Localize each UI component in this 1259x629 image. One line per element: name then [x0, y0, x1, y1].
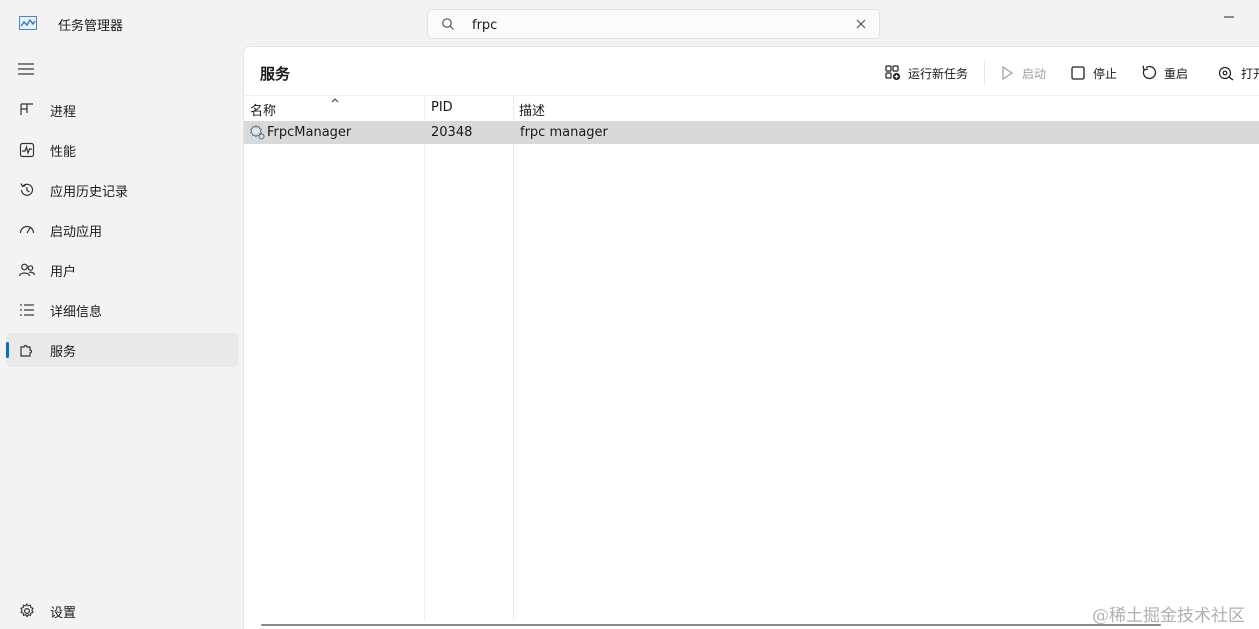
minimize-icon[interactable] — [1224, 10, 1254, 24]
run-new-task-button[interactable]: 运行新任务 — [884, 61, 968, 85]
column-header-label: 名称 — [250, 104, 277, 119]
main-content: 服务 运行新任务 启动 停止 重启 打 名称 PID 描述 FrpcManage… — [243, 46, 1259, 629]
restart-button[interactable]: 重启 — [1140, 61, 1188, 85]
column-divider — [513, 95, 514, 619]
start-label: 启动 — [1022, 66, 1047, 81]
history-clock-icon — [20, 183, 34, 196]
processes-grid-icon — [20, 103, 33, 115]
service-name: FrpcManager — [267, 125, 352, 140]
table-row[interactable]: FrpcManager 20348 frpc manager — [244, 121, 1259, 144]
column-divider — [424, 95, 425, 619]
run-new-task-label: 运行新任务 — [908, 66, 969, 81]
sidebar-item-label: 性能 — [50, 145, 77, 160]
sidebar-item-processes[interactable]: 进程 — [6, 93, 238, 127]
task-manager-chart-icon — [19, 16, 37, 30]
search-input[interactable] — [472, 15, 832, 35]
page-title: 服务 — [260, 65, 291, 83]
open-services-label: 打开 — [1241, 66, 1259, 81]
performance-pulse-icon — [19, 142, 35, 158]
sidebar-item-app-history[interactable]: 应用历史记录 — [6, 173, 238, 207]
horizontal-scrollbar[interactable] — [261, 624, 1161, 626]
column-header-name[interactable]: 名称 — [244, 96, 424, 122]
run-new-task-icon — [885, 65, 901, 81]
active-indicator — [6, 342, 9, 358]
startup-gauge-icon — [19, 225, 35, 234]
sort-ascending-icon — [331, 98, 339, 103]
sidebar: 进程 性能 应用历史记录 启动应用 用户 详细信息 服务 设置 — [0, 46, 243, 629]
play-icon — [1002, 65, 1014, 81]
services-puzzle-icon — [20, 344, 33, 357]
watermark: @稀土掘金技术社区 — [1092, 606, 1245, 626]
sidebar-item-details[interactable]: 详细信息 — [6, 293, 238, 327]
search-box[interactable] — [427, 9, 880, 39]
restart-label: 重启 — [1164, 66, 1189, 81]
title-bar: 任务管理器 — [0, 0, 1259, 46]
sidebar-item-label: 服务 — [50, 345, 77, 360]
hamburger-menu-icon[interactable] — [16, 61, 36, 77]
restart-icon — [1142, 65, 1157, 80]
table-header: 名称 PID 描述 — [244, 95, 1259, 121]
column-header-description[interactable]: 描述 — [514, 96, 1259, 122]
gear-icon — [20, 603, 34, 618]
stop-label: 停止 — [1093, 66, 1118, 81]
service-description: frpc manager — [520, 125, 608, 140]
details-list-icon — [20, 304, 34, 316]
toolbar-divider — [984, 61, 985, 85]
service-pid: 20348 — [431, 125, 473, 140]
sidebar-item-label: 用户 — [50, 265, 77, 280]
sidebar-item-services[interactable]: 服务 — [6, 333, 238, 367]
sidebar-item-label: 进程 — [50, 105, 77, 120]
stop-icon — [1071, 66, 1085, 80]
open-services-icon — [1218, 66, 1234, 81]
sidebar-item-label: 启动应用 — [50, 225, 103, 240]
sidebar-item-users[interactable]: 用户 — [6, 253, 238, 287]
sidebar-item-performance[interactable]: 性能 — [6, 133, 238, 167]
sidebar-item-label: 设置 — [50, 606, 77, 621]
column-header-pid[interactable]: PID — [425, 96, 513, 122]
users-icon — [18, 263, 36, 277]
search-icon — [442, 18, 454, 30]
app-title: 任务管理器 — [58, 19, 124, 34]
column-header-label: PID — [431, 100, 453, 115]
service-gear-icon — [249, 124, 265, 140]
sidebar-item-startup-apps[interactable]: 启动应用 — [6, 213, 238, 247]
column-header-label: 描述 — [519, 104, 546, 119]
sidebar-item-settings[interactable]: 设置 — [6, 594, 238, 628]
open-services-button[interactable]: 打开 — [1217, 61, 1259, 85]
stop-button[interactable]: 停止 — [1069, 61, 1117, 85]
close-icon[interactable] — [855, 18, 867, 30]
sidebar-item-label: 应用历史记录 — [50, 185, 129, 200]
sidebar-item-label: 详细信息 — [50, 305, 103, 320]
start-button[interactable]: 启动 — [998, 61, 1046, 85]
